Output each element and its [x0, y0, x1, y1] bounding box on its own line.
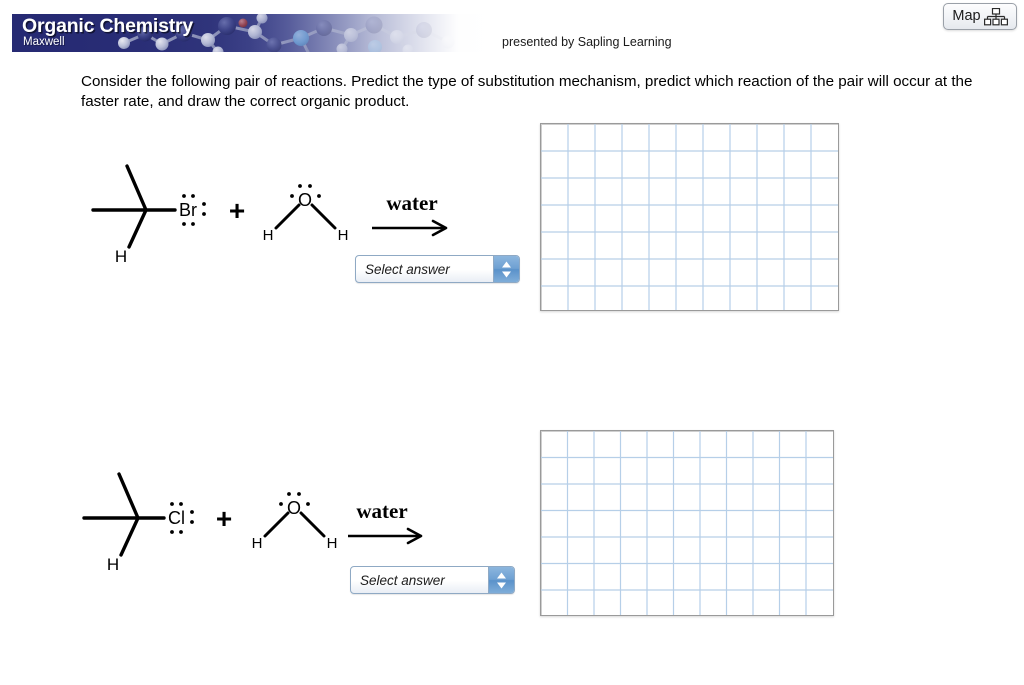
plus-sign-1: +	[229, 195, 245, 226]
reaction-arrow-2	[348, 527, 423, 545]
reaction-row-2: H Cl + O H H water Select answer	[76, 462, 536, 594]
answer-select-spinner-1[interactable]	[493, 256, 519, 282]
answer-select-2[interactable]: Select answer	[350, 566, 515, 594]
molecule-drawing-canvas-2[interactable]	[540, 430, 834, 616]
map-button-label: Map	[952, 8, 981, 25]
chevron-up-icon	[502, 261, 511, 267]
water-oxygen-label-2: O	[287, 498, 301, 518]
chevron-down-icon	[502, 271, 511, 277]
arrow-label-2: water	[356, 499, 407, 523]
water-hydrogen-left-1: H	[263, 227, 274, 244]
water-oxygen-label-1: O	[298, 190, 312, 210]
reaction-scheme-2: H Cl + O H H water	[82, 472, 423, 574]
substrate-bonds-2	[82, 472, 166, 557]
question-prompt: Consider the following pair of reactions…	[81, 73, 973, 110]
plus-sign-2: +	[216, 503, 232, 534]
molecule-drawing-canvas-1[interactable]	[540, 123, 839, 311]
water-hydrogen-left-2: H	[252, 535, 263, 552]
course-banner: Organic Chemistry Maxwell	[12, 14, 507, 52]
substrate-hydrogen-label-1: H	[115, 247, 127, 266]
reaction-scheme-1: H Br + O H H water	[91, 164, 448, 266]
reaction-row-1: H Br + O H H water Select answer	[80, 150, 540, 283]
course-author: Maxwell	[23, 36, 65, 48]
substrate-halogen-label-2: Cl	[168, 508, 185, 528]
arrow-label-1: water	[386, 191, 437, 215]
presented-by-label: presented by Sapling Learning	[502, 35, 672, 49]
answer-select-spinner-2[interactable]	[488, 567, 514, 593]
drawing-grid-2	[541, 431, 833, 615]
answer-select-value-1: Select answer	[365, 261, 450, 277]
substrate-hydrogen-label-2: H	[107, 555, 119, 574]
course-title: Organic Chemistry	[22, 15, 194, 37]
answer-select-1[interactable]: Select answer	[355, 255, 520, 283]
substrate-halogen-label-1: Br	[179, 200, 197, 220]
chevron-up-icon	[497, 572, 506, 578]
reaction-arrow-1	[372, 219, 448, 237]
sitemap-icon	[983, 7, 1008, 25]
map-button[interactable]: Map	[943, 3, 1017, 30]
page-header: Organic Chemistry Maxwell presented by S…	[0, 0, 1024, 60]
chevron-down-icon	[497, 582, 506, 588]
water-hydrogen-right-2: H	[327, 535, 338, 552]
drawing-grid-1	[541, 124, 838, 310]
water-hydrogen-right-1: H	[338, 227, 349, 244]
substrate-bonds-1	[91, 164, 177, 249]
answer-select-value-2: Select answer	[360, 572, 445, 588]
